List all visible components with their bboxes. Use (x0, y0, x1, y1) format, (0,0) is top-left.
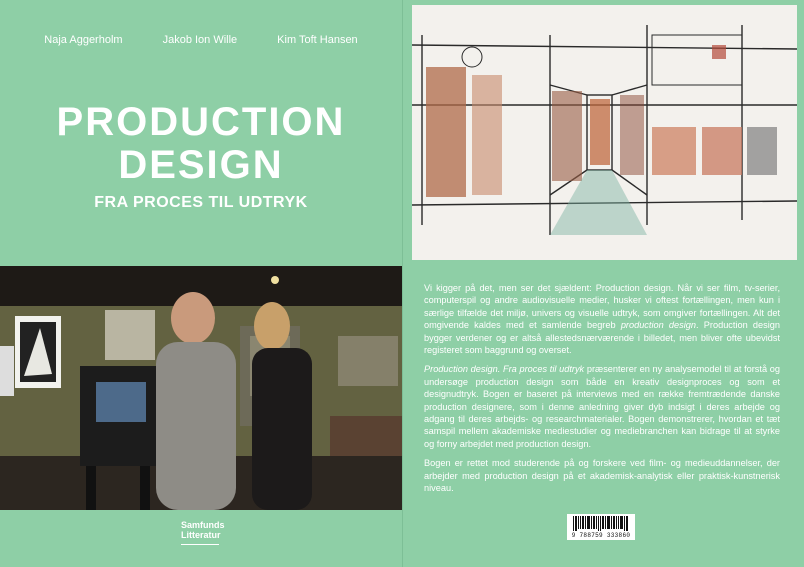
publisher-logo: Samfunds Litteratur (181, 520, 225, 540)
author-name: Kim Toft Hansen (277, 34, 358, 46)
barcode-bars (573, 516, 628, 531)
publisher-logo-line: Litteratur (181, 530, 221, 540)
blurb-paragraph-3: Bogen er rettet mod studerende på og for… (424, 458, 780, 494)
production-sketch-image (412, 5, 797, 260)
front-cover: Naja Aggerholm Jakob Ion Wille Kim Toft … (0, 0, 402, 567)
film-set-photo-illustration (0, 266, 402, 510)
authors: Naja Aggerholm Jakob Ion Wille Kim Toft … (0, 34, 402, 46)
blurb-emphasis: Production design. Fra proces til udtryk (424, 364, 585, 375)
isbn-barcode: 9 788759 333860 (567, 514, 635, 540)
blurb-paragraph-1: Vi kigger på det, men ser det sjældent: … (424, 282, 780, 356)
blurb-emphasis: production design (620, 320, 697, 331)
publisher-logo-line: Samfunds (181, 520, 225, 530)
title-line-1: PRODUCTION (56, 100, 346, 144)
isbn-number: 9 788759 333860 (571, 532, 631, 539)
author-name: Naja Aggerholm (44, 34, 123, 46)
subtitle: FRA PROCES TIL UDTRYK (94, 194, 308, 211)
film-set-photo (0, 266, 402, 510)
publisher-underline (181, 544, 219, 545)
title-line-2: DESIGN (118, 143, 284, 187)
blurb-paragraph-2: Production design. Fra proces til udtryk… (424, 363, 780, 450)
blurb-text: præsenterer en ny analysemodel til at fo… (424, 364, 780, 449)
author-name: Jakob Ion Wille (162, 34, 238, 46)
back-cover-blurb: Vi kigger på det, men ser det sjældent: … (424, 282, 780, 502)
sketch-illustration (412, 5, 797, 260)
